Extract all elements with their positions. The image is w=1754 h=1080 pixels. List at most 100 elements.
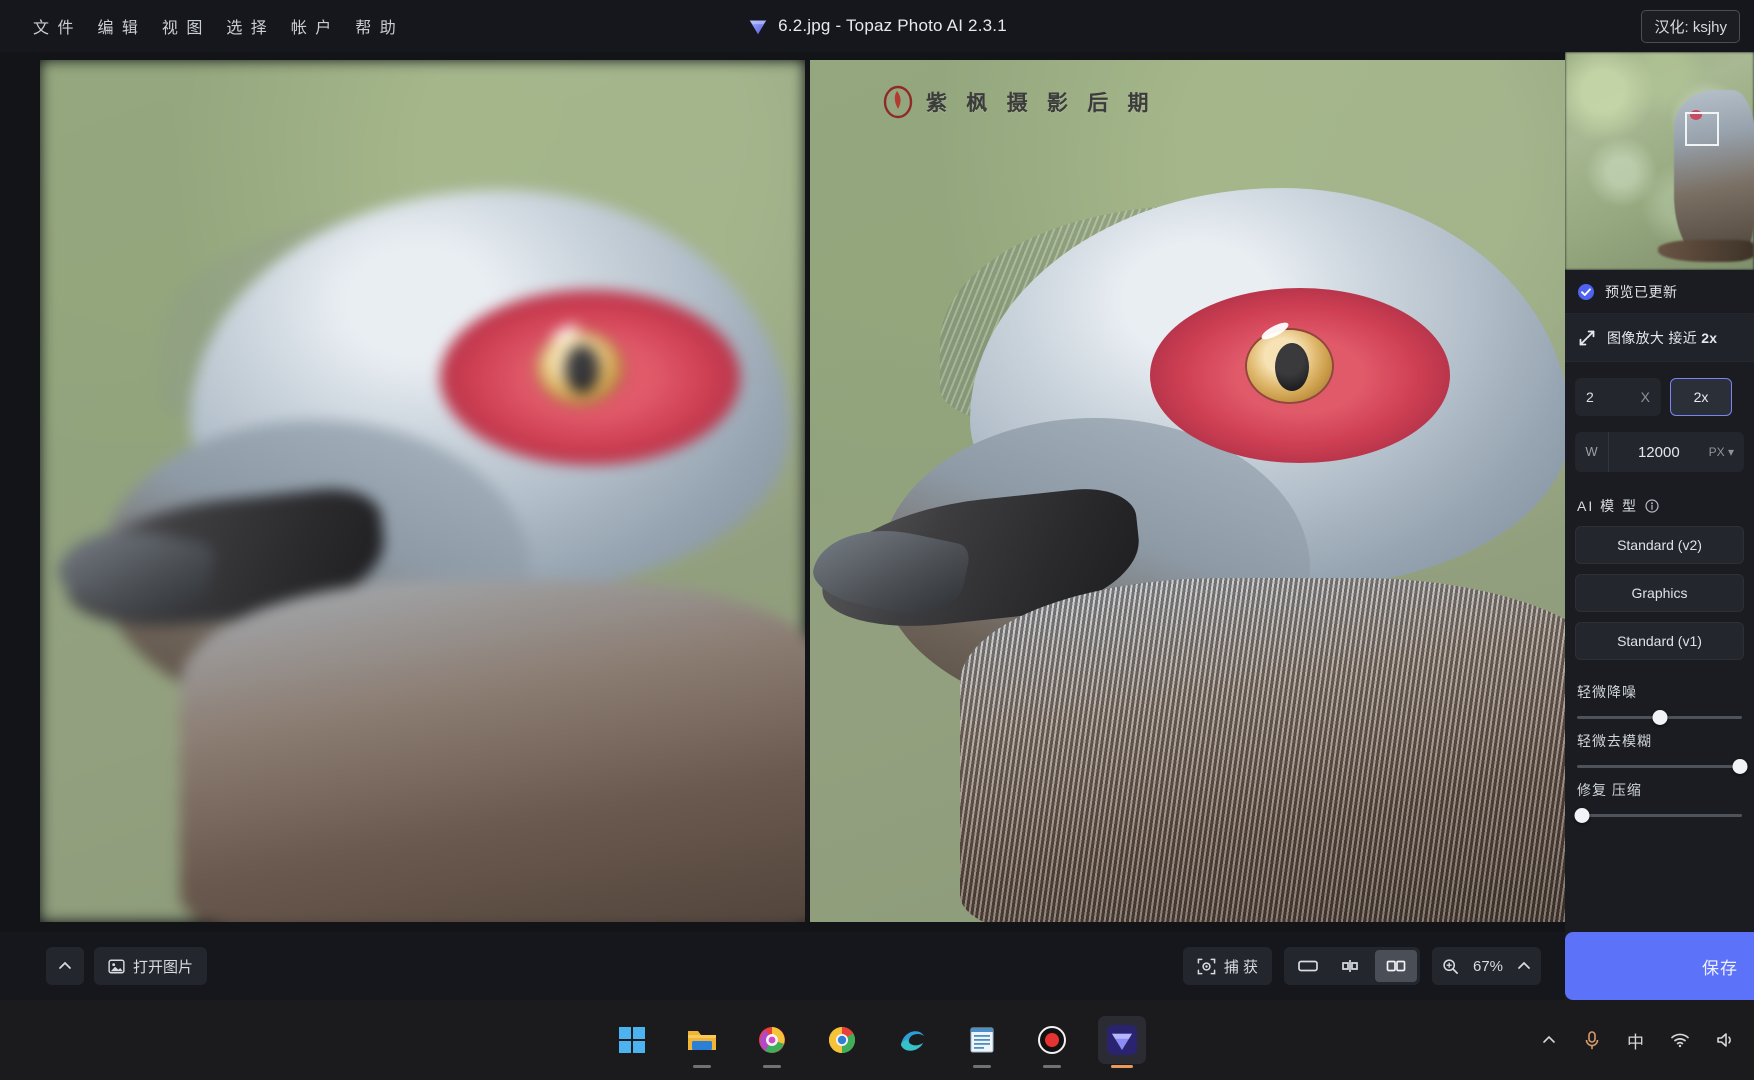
side-by-side-icon (1386, 960, 1406, 972)
model-standard-v2[interactable]: Standard (v2) (1575, 526, 1744, 564)
model-standard-v1[interactable]: Standard (v1) (1575, 622, 1744, 660)
navigator-thumbnail[interactable] (1565, 52, 1754, 270)
active-indicator (1111, 1065, 1133, 1068)
upscale-label: 图像放大 接近 (1607, 329, 1702, 346)
record-circle-icon (1038, 1026, 1066, 1054)
slider-denoise-label: 轻微降噪 (1577, 684, 1637, 700)
tray-wifi[interactable] (1670, 1032, 1690, 1048)
view-split-button[interactable] (1331, 950, 1373, 982)
zoom-level-value: 67% (1472, 957, 1504, 975)
slider-recover-compression[interactable]: 修复 压缩 (1565, 768, 1754, 823)
navigator-branch (1658, 240, 1754, 262)
wifi-icon (1671, 1033, 1689, 1048)
upscale-summary-row[interactable]: 图像放大 接近 2x (1565, 314, 1754, 362)
edge-icon (901, 1031, 924, 1051)
comparison-view[interactable] (40, 60, 1565, 922)
width-label: W (1575, 432, 1609, 472)
tray-microphone[interactable] (1583, 1030, 1601, 1050)
slider-deblur-knob[interactable] (1732, 759, 1748, 774)
gem-icon (1107, 1025, 1137, 1055)
title-bar: 文 件 编 辑 视 图 选 择 帐 户 帮 助 6.2.jpg - Topaz … (0, 0, 1754, 52)
width-unit-dropdown[interactable]: PX ▾ (1709, 445, 1744, 459)
menu-view[interactable]: 视 图 (151, 8, 215, 44)
collapse-filmstrip-button[interactable] (46, 947, 84, 985)
upscale-value: 2x (1701, 329, 1718, 346)
taskbar-file-explorer[interactable] (678, 1016, 726, 1068)
slider-deblur-track[interactable] (1577, 759, 1748, 774)
menu-account[interactable]: 帐 户 (280, 8, 344, 44)
taskbar-edge[interactable] (888, 1016, 936, 1064)
scale-x-label: X (1640, 389, 1650, 405)
slider-recover-compression-track[interactable] (1574, 808, 1742, 823)
rectangle-icon (1298, 960, 1318, 972)
view-side-by-side-button[interactable] (1375, 950, 1417, 982)
menu-file[interactable]: 文 件 (22, 8, 86, 44)
view-mode-group (1284, 947, 1420, 985)
pane-processed[interactable] (810, 60, 1565, 922)
slider-deblur[interactable]: 轻微去模糊 (1565, 719, 1754, 774)
running-indicator (693, 1065, 711, 1068)
running-indicator (763, 1065, 781, 1068)
scale-controls-row: 2 X 2x (1565, 362, 1754, 426)
chevron-up-icon (1543, 1035, 1555, 1043)
capture-frame-icon (1197, 958, 1216, 974)
taskbar-topaz[interactable] (1098, 1016, 1146, 1068)
capture-button[interactable]: 捕 获 (1182, 947, 1272, 985)
chrome-icon (829, 1027, 855, 1053)
image-icon (108, 959, 125, 973)
system-tray: 中 (1541, 1028, 1736, 1053)
taskbar-chrome[interactable] (818, 1016, 866, 1064)
slider-recover-compression-label: 修复 压缩 (1577, 782, 1642, 798)
tray-overflow[interactable] (1541, 1032, 1557, 1048)
check-circle-icon (1578, 283, 1594, 300)
open-image-button[interactable]: 打开图片 (94, 947, 208, 985)
windows-taskbar: 中 (0, 1000, 1754, 1080)
chevron-up-icon[interactable] (1517, 959, 1531, 973)
slider-denoise-knob[interactable] (1652, 710, 1667, 725)
view-single-button[interactable] (1287, 950, 1329, 982)
slider-denoise-track[interactable] (1577, 710, 1742, 725)
width-value[interactable]: 12000 (1609, 444, 1709, 461)
microphone-icon (1585, 1031, 1599, 1050)
taskbar-notepad[interactable] (958, 1016, 1006, 1068)
ai-model-title: AI 模 型 (1577, 498, 1639, 514)
output-width-field[interactable]: W 12000 PX ▾ (1575, 432, 1744, 472)
magnifier-plus-icon (1443, 958, 1458, 974)
speaker-icon (1717, 1033, 1731, 1047)
page-title: 6.2.jpg - Topaz Photo AI 2.3.1 (778, 16, 1007, 35)
menu-edit[interactable]: 编 辑 (86, 8, 150, 44)
capture-label: 捕 获 (1223, 958, 1258, 976)
taskbar-icons (608, 1016, 1146, 1068)
open-image-label: 打开图片 (133, 958, 194, 976)
split-compare-icon (1342, 960, 1358, 972)
menu-bar: 文 件 编 辑 视 图 选 择 帐 户 帮 助 (22, 8, 409, 44)
running-indicator (1043, 1065, 1061, 1068)
right-panel: 预览已更新 图像放大 接近 2x 2 X 2x W 12000 PX ▾ AI … (1565, 52, 1754, 1000)
image-workspace[interactable]: 紫 枫 摄 影 后 期 (0, 52, 1565, 932)
tray-volume[interactable] (1716, 1031, 1736, 1049)
preview-status-label: 预览已更新 (1605, 283, 1678, 300)
save-button[interactable]: 保存 (1565, 932, 1754, 1000)
taskbar-start[interactable] (608, 1016, 656, 1064)
navigator-viewport-rect[interactable] (1685, 112, 1719, 146)
chrome-colorful-icon (759, 1027, 785, 1053)
menu-help[interactable]: 帮 助 (344, 8, 408, 44)
taskbar-chrome-beta[interactable] (748, 1016, 796, 1068)
bottom-left-group: 打开图片 (46, 947, 208, 985)
scale-preset-2x-button[interactable]: 2x (1670, 378, 1732, 416)
running-indicator (973, 1065, 991, 1068)
notepad-icon (970, 1027, 994, 1053)
tray-ime[interactable]: 中 (1627, 1028, 1644, 1053)
menu-select[interactable]: 选 择 (215, 8, 279, 44)
model-graphics[interactable]: Graphics (1575, 574, 1744, 612)
info-icon[interactable] (1645, 499, 1659, 513)
processed-photo (810, 60, 1565, 922)
slider-denoise[interactable]: 轻微降噪 (1565, 670, 1754, 725)
zoom-control[interactable]: 67% (1432, 947, 1541, 985)
pane-original[interactable] (40, 60, 805, 922)
slider-recover-compression-knob[interactable] (1574, 808, 1590, 823)
folder-icon (688, 1031, 716, 1050)
scale-factor-input[interactable]: 2 X (1575, 378, 1661, 416)
localization-badge[interactable]: 汉化: ksjhy (1641, 10, 1740, 43)
taskbar-recorder[interactable] (1028, 1016, 1076, 1068)
